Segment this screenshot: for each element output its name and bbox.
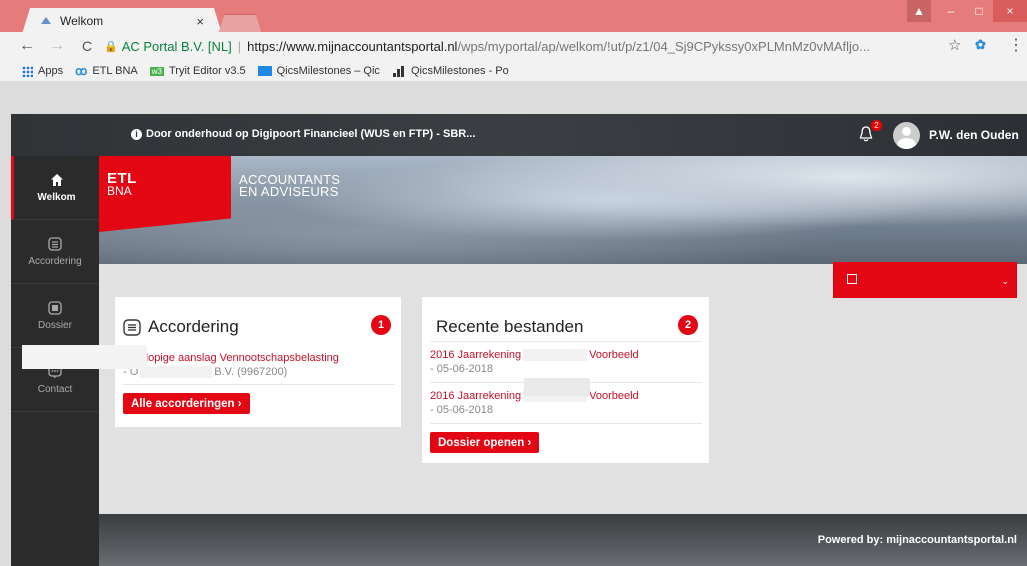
url-path: /wps/myportal/ap/welkom/!ut/p/z1/04_Sj9C… — [457, 38, 870, 54]
divider — [430, 341, 702, 342]
list-icon — [123, 318, 141, 336]
close-window-button[interactable]: × — [993, 0, 1027, 22]
divider — [123, 384, 395, 385]
bookmark-tryit[interactable]: w3 Tryit Editor v3.5 — [149, 65, 246, 77]
apps-icon — [22, 65, 33, 77]
forward-button[interactable]: → — [46, 32, 68, 60]
list-icon — [48, 236, 62, 251]
extension-icon[interactable]: ✿ — [975, 37, 986, 53]
file-date: - 05-06-2018 — [430, 404, 493, 417]
url-host: https://www.mijnaccountantsportal.nl — [247, 38, 458, 54]
card-title: Accordering — [148, 317, 239, 336]
sidebar-item-welkom[interactable]: Welkom — [11, 156, 99, 220]
lock-icon: 🔒 — [104, 40, 118, 53]
tab-close-icon[interactable]: × — [196, 14, 204, 29]
file-date: - 05-06-2018 — [430, 363, 493, 376]
reload-button[interactable]: C — [76, 32, 98, 60]
sidebar-item-label: Contact — [37, 383, 73, 395]
new-tab-button[interactable] — [218, 14, 262, 34]
back-button[interactable]: ← — [16, 32, 38, 60]
portal-footer: Powered by: mijnaccountantsportal.nl — [99, 514, 1027, 566]
sidebar-item-label: Dossier — [38, 319, 72, 331]
sidebar-item-label: Accordering — [28, 255, 82, 267]
item-link[interactable]: Voorlopige aanslag Vennootschapsbelastin… — [123, 352, 395, 364]
avatar[interactable] — [893, 122, 920, 149]
building-icon — [847, 274, 857, 284]
bookmark-label: ETL BNA — [92, 65, 138, 77]
count-badge: 2 — [678, 315, 698, 335]
all-approvals-button[interactable]: Alle accorderingen › — [123, 393, 250, 414]
open-dossier-button[interactable]: Dossier openen › — [430, 432, 540, 453]
count-badge: 1 — [371, 315, 391, 335]
notification-badge: 2 — [871, 120, 882, 131]
notice-text: Door onderhoud op Digipoort Financieel (… — [146, 128, 476, 140]
bookmark-label: Apps — [38, 65, 64, 77]
user-name[interactable]: P.W. den Ouden — [929, 128, 1019, 142]
favicon-icon — [41, 17, 51, 24]
home-icon — [50, 173, 63, 186]
card-header: Recente bestanden — [436, 317, 583, 337]
logo-bna: BNA — [107, 184, 132, 198]
address-separator: | — [237, 38, 242, 54]
card-title: Recente bestanden — [436, 317, 584, 336]
info-icon: i — [131, 129, 142, 140]
window-controls: ▲ – □ × — [907, 0, 1027, 22]
folder-icon — [48, 300, 62, 315]
bookmarks-bar: Apps ꝏ ETL BNA w3 Tryit Editor v3.5 Qics… — [0, 60, 1027, 82]
bookmark-apps[interactable]: Apps — [22, 65, 63, 77]
profile-icon[interactable]: ▲ — [907, 0, 931, 22]
accordering-card: Accordering 1 Voorlopige aanslag Vennoot… — [115, 297, 401, 427]
bookmark-qicsmilestones-1[interactable]: QicsMilestones – Qic — [257, 65, 380, 77]
sidebar-item-label: Welkom — [37, 191, 76, 203]
divider — [430, 423, 702, 424]
redacted-block — [22, 345, 147, 369]
address-bar[interactable]: 🔒 AC Portal B.V. [NL] | https://www.mijn… — [104, 35, 974, 57]
chart-icon — [392, 65, 406, 77]
browser-tab-welkom[interactable]: Welkom × — [22, 8, 222, 34]
sidebar-item-dossier[interactable]: Dossier — [11, 284, 99, 348]
bookmark-label: Tryit Editor v3.5 — [169, 65, 246, 77]
browser-titlebar: Welkom × ▲ – □ × — [0, 0, 1027, 34]
redacted-block — [524, 378, 590, 396]
list-item[interactable]: Voorlopige aanslag Vennootschapsbelastin… — [123, 352, 395, 379]
hero-banner: ETL BNA ACCOUNTANTS EN ADVISEURS — [99, 156, 1027, 264]
portal-page: i Door onderhoud op Digipoort Financieel … — [11, 114, 1027, 566]
file-link[interactable]: 2016 Jaarrekening Voorbeeld — [430, 349, 702, 362]
powered-by-text: Powered by: mijnaccountantsportal.nl — [817, 534, 1017, 546]
sidebar-item-accordering[interactable]: Accordering — [11, 220, 99, 284]
bookmark-qicsmilestones-2[interactable]: QicsMilestones - Po — [392, 65, 509, 77]
maximize-button[interactable]: □ — [965, 0, 993, 22]
browser-toolbar: ← → C 🔒 AC Portal B.V. [NL] | https://ww… — [0, 32, 1027, 82]
minimize-button[interactable]: – — [937, 0, 965, 22]
maintenance-notice[interactable]: i Door onderhoud op Digipoort Financieel … — [131, 128, 475, 140]
tryit-icon: w3 — [149, 66, 164, 76]
portal-topbar: i Door onderhoud op Digipoort Financieel … — [11, 114, 1027, 156]
tab-title: Welkom — [60, 14, 104, 28]
office-selector[interactable]: ⌄ — [833, 262, 1017, 298]
site-identity: AC Portal B.V. [NL] — [121, 38, 232, 54]
bookmark-label: QicsMilestones - Po — [410, 65, 509, 77]
list-item[interactable]: 2016 Jaarrekening Voorbeeld - 05-06-2018 — [430, 349, 702, 375]
qm-icon — [257, 66, 272, 76]
item-subtitle: - O B.V. (9967200) — [123, 366, 288, 379]
bookmark-etl-bna[interactable]: ꝏ ETL BNA — [75, 64, 138, 78]
etl-icon: ꝏ — [75, 64, 88, 78]
browser-menu-icon[interactable]: ⋮ — [1008, 35, 1024, 55]
chevron-down-icon: ⌄ — [1001, 276, 1009, 286]
bookmark-star-icon[interactable]: ☆ — [948, 36, 961, 54]
logo-tagline-2: EN ADVISEURS — [239, 184, 339, 199]
etl-bna-logo: ETL BNA — [99, 156, 231, 232]
card-header: Accordering — [123, 317, 239, 337]
bookmark-label: QicsMilestones – Qic — [276, 65, 380, 77]
